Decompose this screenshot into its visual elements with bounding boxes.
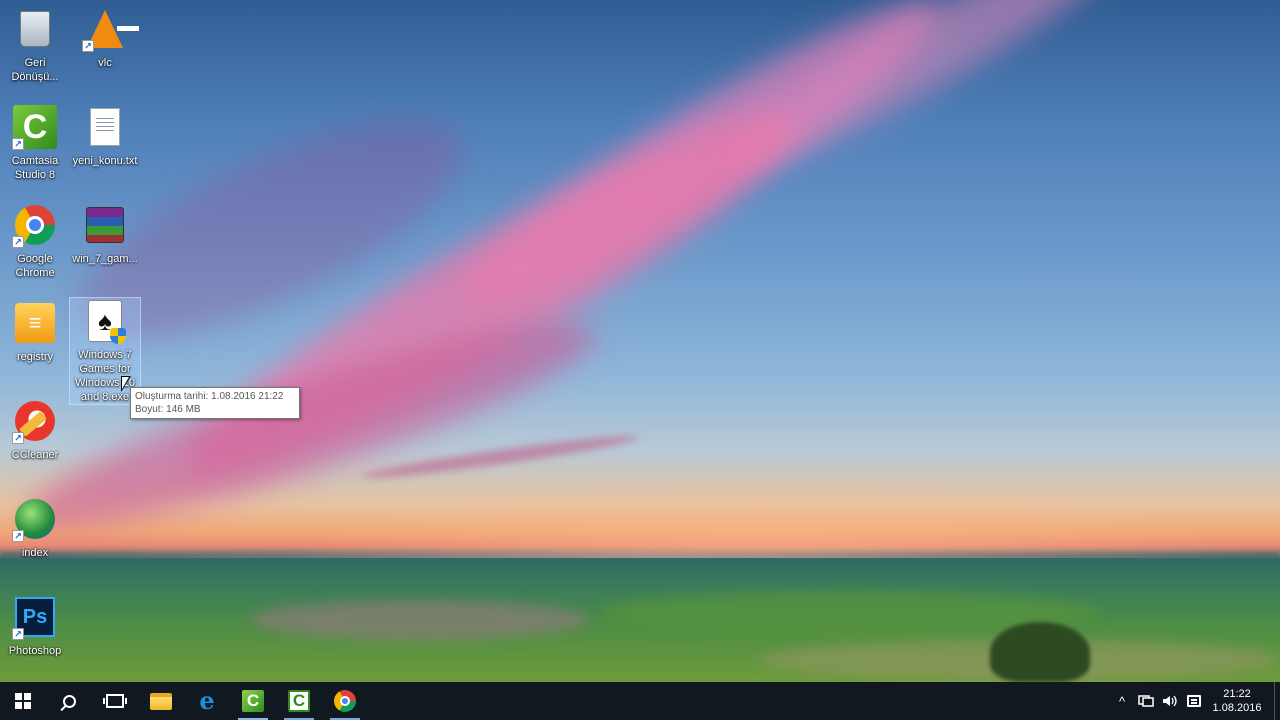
desktop-icon-rar-archive[interactable]: win_7_gam...	[70, 202, 140, 266]
taskbar: e C C ^ 21:22 1.08.2016	[0, 682, 1280, 720]
tooltip-file-size: Boyut: 146 MB	[135, 404, 201, 415]
chrome-icon: ↗	[12, 202, 58, 248]
desktop-icon-vlc[interactable]: ↗ vlc	[70, 6, 140, 70]
volume-button[interactable]	[1158, 682, 1182, 720]
shortcut-arrow-icon: ↗	[12, 432, 24, 444]
shortcut-arrow-icon: ↗	[12, 530, 24, 542]
taskbar-camtasia-recorder[interactable]: C	[276, 682, 322, 720]
search-button[interactable]	[46, 682, 92, 720]
desktop-icon-label: Geri Dönüşü...	[11, 57, 59, 83]
camtasia-icon: C	[242, 690, 264, 712]
ccleaner-icon: ↗	[12, 398, 58, 444]
folder-icon	[150, 692, 172, 710]
taskbar-file-explorer[interactable]	[138, 682, 184, 720]
clock-time: 21:22	[1223, 688, 1251, 700]
tooltip-created-date: Oluşturma tarihi: 1.08.2016 21:22	[135, 391, 284, 402]
desktop-icon-label: index	[21, 547, 49, 559]
desktop-icon-label: registry	[16, 351, 54, 363]
show-hidden-icons-button[interactable]: ^	[1110, 682, 1134, 720]
edge-icon: e	[199, 686, 215, 715]
camtasia-icon: C ↗	[12, 104, 58, 150]
show-desktop-button[interactable]	[1274, 682, 1280, 720]
sunset-glow	[0, 340, 1280, 560]
desktop-icon-label: yeni_konu.txt	[72, 155, 138, 167]
windows-logo-icon	[15, 693, 31, 709]
vlc-icon: ↗	[82, 6, 139, 52]
search-icon	[62, 694, 76, 708]
desktop-icon-label: win_7_gam...	[72, 253, 138, 265]
action-center-button[interactable]	[1182, 682, 1206, 720]
desktop-icon-text-file[interactable]: yeni_konu.txt	[70, 104, 140, 168]
desktop-icon-label: vlc	[98, 57, 112, 69]
chrome-icon	[334, 690, 356, 712]
clock[interactable]: 21:22 1.08.2016	[1206, 687, 1268, 715]
winrar-archive-icon	[82, 202, 128, 248]
taskbar-camtasia-studio[interactable]: C	[230, 682, 276, 720]
task-view-button[interactable]	[92, 682, 138, 720]
desktop-icon-chrome[interactable]: ↗ Google Chrome	[0, 202, 70, 280]
uac-shield-icon	[110, 328, 126, 344]
clock-date: 1.08.2016	[1212, 702, 1262, 714]
mouse-cursor-icon	[121, 376, 131, 392]
field	[250, 600, 590, 640]
network-icon	[1138, 695, 1154, 707]
action-center-icon	[1187, 695, 1201, 707]
camtasia-recorder-icon: C	[288, 690, 310, 712]
shortcut-arrow-icon: ↗	[82, 40, 94, 52]
chevron-up-icon: ^	[1118, 693, 1126, 709]
desktop-icon-label: Photoshop	[8, 645, 62, 657]
taskbar-edge[interactable]: e	[184, 682, 230, 720]
desktop-icon-recycle-bin[interactable]: Geri Dönüşü...	[0, 6, 70, 84]
desktop-icon-label: Google Chrome	[15, 253, 55, 279]
solitaire-cards-icon: ♠	[82, 298, 128, 344]
taskbar-chrome[interactable]	[322, 682, 368, 720]
desktop-icon-label: Camtasia Studio 8	[11, 155, 59, 181]
desktop-icon-ccleaner[interactable]: ↗ CCleaner	[0, 398, 70, 462]
system-tray: ^ 21:22 1.08.2016	[1110, 682, 1280, 720]
shortcut-arrow-icon: ↗	[12, 628, 24, 640]
globe-icon: ↗	[12, 496, 58, 542]
desktop-icon-photoshop[interactable]: Ps ↗ Photoshop	[0, 594, 70, 658]
recycle-bin-icon	[12, 6, 58, 52]
desktop-icon-camtasia[interactable]: C ↗ Camtasia Studio 8	[0, 104, 70, 182]
photoshop-icon: Ps ↗	[12, 594, 58, 640]
desktop-icon-registry[interactable]: ≡ registry	[0, 300, 70, 364]
desktop-icon-label: CCleaner	[11, 449, 59, 461]
task-view-icon	[103, 694, 127, 708]
text-file-icon	[82, 104, 128, 150]
start-button[interactable]	[0, 682, 46, 720]
network-button[interactable]	[1134, 682, 1158, 720]
registry-icon: ≡	[12, 300, 58, 346]
desktop-wallpaper	[0, 0, 1280, 682]
shortcut-arrow-icon: ↗	[12, 138, 24, 150]
file-info-tooltip: Oluşturma tarihi: 1.08.2016 21:22 Boyut:…	[130, 387, 300, 419]
volume-icon	[1163, 695, 1177, 707]
shortcut-arrow-icon: ↗	[12, 236, 24, 248]
desktop-icon-index[interactable]: ↗ index	[0, 496, 70, 560]
tree	[990, 622, 1090, 682]
